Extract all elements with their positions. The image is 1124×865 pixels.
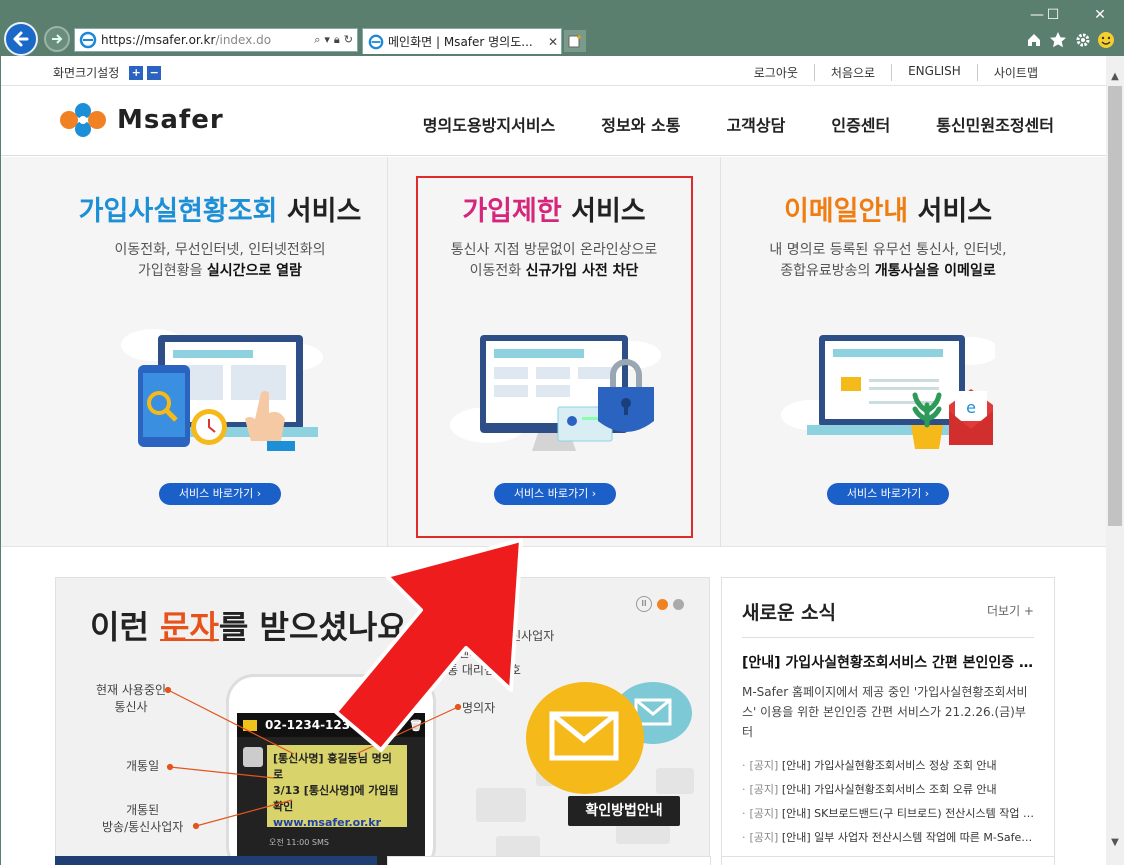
news-title: 새로운 소식 — [742, 602, 837, 624]
logout-link[interactable]: 로그아웃 — [738, 64, 814, 81]
smiley-feedback-icon[interactable] — [1096, 30, 1116, 50]
service-link-button[interactable]: 서비스 바로가기 › — [159, 483, 281, 505]
nav-item-auth-center[interactable]: 인증센터 — [831, 112, 890, 136]
news-header: 새로운 소식 더보기 + — [742, 598, 1034, 638]
news-list-item[interactable]: · [공지] [안내] SK브로드밴드(구 티브로드) 전산시스템 작업 안내 — [742, 802, 1034, 826]
gear-icon[interactable] — [1073, 30, 1093, 50]
email-notice-illustration: e — [781, 335, 995, 449]
scrollbar-thumb[interactable] — [1108, 86, 1122, 526]
back-button[interactable] — [4, 22, 38, 56]
font-decrease-button[interactable]: − — [147, 65, 162, 80]
service-link-button[interactable]: 서비스 바로가기 › — [827, 483, 949, 505]
news-more-link[interactable]: 더보기 + — [987, 602, 1034, 619]
ie-icon — [79, 31, 97, 49]
home-link[interactable]: 처음으로 — [813, 64, 891, 81]
font-increase-button[interactable]: + — [129, 65, 144, 80]
new-tab-button[interactable] — [564, 30, 586, 52]
site-header: Msafer 명의도용방지서비스 정보와 소통 고객상담 인증센터 통신민원조정… — [1, 86, 1106, 156]
address-tools: ⌕ ▾ 🔒︎ ↻ — [314, 33, 353, 47]
yellow-speech-bubble — [526, 682, 644, 794]
refresh-icon[interactable]: ↻ — [344, 33, 353, 47]
ie-tab-icon — [368, 34, 384, 49]
home-icon[interactable] — [1024, 30, 1044, 50]
pause-button[interactable]: II — [636, 596, 652, 612]
news-lead-title[interactable]: [안내] 가입사실현황조회서비스 간편 본인인증 서비스 도입 — [742, 652, 1034, 672]
news-list-item[interactable]: · [공지] [안내] 가입사실현황조회서비스 조회 오류 안내 — [742, 778, 1034, 802]
service-title: 이메일안내 서비스 — [783, 196, 993, 227]
forward-arrow-icon — [52, 34, 63, 44]
news-list: · [공지] [안내] 가입사실현황조회서비스 정상 조회 안내 · [공지] [안… — [742, 754, 1034, 850]
banner-pager: II — [636, 596, 684, 612]
svg-text:e: e — [966, 398, 976, 417]
search-icon[interactable]: ⌕ — [314, 33, 320, 47]
nav-item-identity-theft[interactable]: 명의도용방지서비스 — [423, 112, 555, 136]
nav-item-support[interactable]: 고객상담 — [726, 112, 785, 136]
address-bar[interactable]: https://msafer.or.kr/index.do ⌕ ▾ 🔒︎ ↻ — [74, 28, 358, 52]
sms-info-banner: 이런 문자를 받으셨나요 현재 사용중인 통신사 개통일 개통된 방송/통신사업자 … — [55, 577, 710, 865]
news-list-item[interactable]: · [공지] [안내] 가입사실현황조회서비스 정상 조회 안내 — [742, 754, 1034, 778]
favorites-star-icon[interactable] — [1048, 30, 1068, 50]
utility-bar: 화면크기설정 + − 로그아웃 처음으로 ENGLISH 사이트맵 — [1, 56, 1106, 86]
page-viewport: 화면크기설정 + − 로그아웃 처음으로 ENGLISH 사이트맵 Msafer… — [1, 56, 1106, 865]
nav-item-mediation-center[interactable]: 통신민원조정센터 — [936, 112, 1054, 136]
tab-title: 메인화면 | Msafer 명의도... — [388, 35, 533, 49]
maximize-button[interactable]: ☐ — [1036, 4, 1070, 26]
next-section-strip — [721, 856, 1055, 865]
browser-chrome: https://msafer.or.kr/index.do ⌕ ▾ 🔒︎ ↻ 메… — [0, 0, 1124, 56]
next-section-strip — [55, 856, 377, 865]
highlight-box — [416, 176, 693, 538]
pager-dot-1[interactable] — [657, 598, 668, 610]
scroll-down-icon[interactable]: ▼ — [1106, 834, 1124, 852]
site-logo[interactable]: Msafer — [55, 100, 224, 140]
status-inquiry-illustration — [121, 329, 323, 451]
news-lead-body: M-Safer 홈페이지에서 제공 중인 '가입사실현황조회서비스' 이용을 위… — [742, 685, 1028, 739]
tab-main[interactable]: 메인화면 | Msafer 명의도... ✕ — [362, 28, 562, 54]
new-tab-icon — [568, 35, 581, 48]
utility-links: 로그아웃 처음으로 ENGLISH 사이트맵 — [738, 64, 1054, 81]
font-size-label: 화면크기설정 — [53, 66, 120, 80]
service-title: 가입사실현황조회 서비스 — [78, 196, 362, 227]
url-text: https://msafer.or.kr/index.do — [101, 33, 272, 47]
sitemap-link[interactable]: 사이트맵 — [976, 64, 1054, 81]
close-tab-icon[interactable]: ✕ — [545, 35, 561, 49]
font-size-setting: 화면크기설정 + − — [53, 64, 162, 81]
news-panel: 새로운 소식 더보기 + [안내] 가입사실현황조회서비스 간편 본인인증 서비… — [721, 577, 1055, 865]
service-description: 내 명의로 등록된 유무선 통신사, 인터넷, 종합유료방송의 개통사실을 이메… — [769, 242, 1007, 279]
envelope-icon — [549, 711, 619, 761]
scroll-up-icon[interactable]: ▲ — [1106, 68, 1124, 86]
service-description: 이동전화, 무선인터넷, 인터넷전화의 가입현황을 실시간으로 열람 — [114, 242, 326, 279]
logo-text: Msafer — [117, 105, 224, 135]
service-card-status-inquiry: 가입사실현황조회 서비스 이동전화, 무선인터넷, 인터넷전화의 가입현황을 실… — [53, 157, 387, 547]
next-section-strip — [387, 856, 711, 865]
news-list-item[interactable]: ·[공지] [안내] 일부 사업자 전산시스템 작업에 따른 M-Safer 이… — [742, 826, 1034, 850]
close-window-button[interactable]: ✕ — [1083, 4, 1117, 26]
vertical-scrollbar[interactable]: ▲ ▼ — [1106, 56, 1124, 865]
forward-button[interactable] — [44, 26, 70, 52]
main-nav: 명의도용방지서비스 정보와 소통 고객상담 인증센터 통신민원조정센터 — [423, 112, 1054, 136]
english-link[interactable]: ENGLISH — [891, 64, 977, 81]
nav-item-info[interactable]: 정보와 소통 — [601, 112, 680, 136]
how-to-check-button[interactable]: 확인방법안내 — [568, 796, 680, 826]
lock-icon[interactable]: 🔒︎ — [334, 33, 340, 47]
msafer-logo-icon — [60, 103, 106, 137]
dropdown-icon[interactable]: ▾ — [324, 33, 330, 47]
back-arrow-icon — [13, 31, 29, 47]
pager-dot-2[interactable] — [673, 598, 684, 610]
service-card-email-notice: 이메일안내 서비스 내 명의로 등록된 유무선 통신사, 인터넷, 종합유료방송… — [721, 157, 1055, 547]
